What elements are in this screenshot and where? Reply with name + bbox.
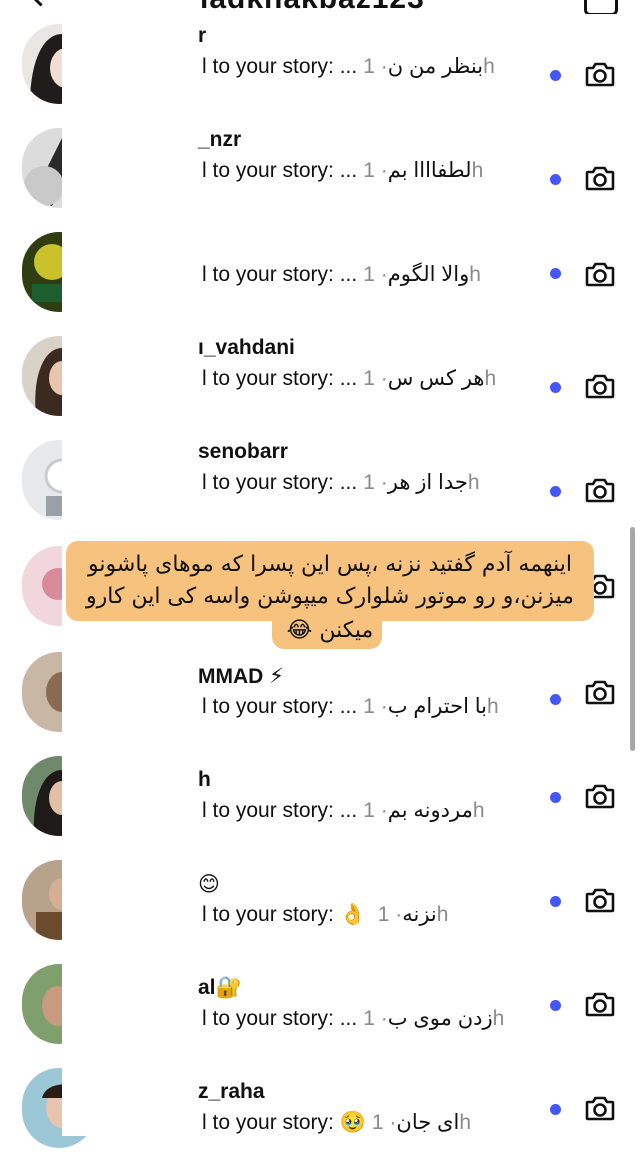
camera-icon[interactable] <box>584 162 616 194</box>
message-preview: l to your story: ...با احترام ب· 1h <box>202 695 499 718</box>
message-preview: l to your story: ...والا الگوم· 1h <box>202 263 481 286</box>
unread-dot <box>550 486 561 497</box>
username: z_raha <box>198 1080 265 1103</box>
message-preview: l to your story: ...مردونه بم· 1h <box>202 799 485 822</box>
story-caption-overlay: اینهمه آدم گفتید نزنه ،پس این پسرا که مو… <box>66 541 594 649</box>
unread-dot <box>550 70 561 81</box>
username: r <box>198 24 207 47</box>
username: senobarr <box>198 440 288 463</box>
username: ı_vahdani <box>198 336 295 359</box>
message-preview: l to your story: ...زدن موی ب· 1h <box>202 1007 505 1030</box>
username: h <box>198 768 211 791</box>
message-preview: l to your story: ...بنظر من ن· 1h <box>202 55 495 78</box>
unread-dot <box>550 1000 561 1011</box>
username: 😊 <box>198 873 220 896</box>
camera-icon[interactable] <box>584 1092 616 1124</box>
scrollbar[interactable] <box>630 527 635 751</box>
unread-dot <box>550 896 561 907</box>
message-preview: l to your story: ...جدا از هر· 1h <box>202 471 480 494</box>
unread-dot <box>550 268 561 279</box>
camera-icon[interactable] <box>584 676 616 708</box>
camera-icon[interactable] <box>584 988 616 1020</box>
caption-line-1: اینهمه آدم گفتید نزنه ،پس این پسرا که مو… <box>88 552 572 577</box>
camera-icon[interactable] <box>584 884 616 916</box>
message-preview: l to your story: 👌 نزنه· 1h <box>202 903 449 926</box>
camera-icon[interactable] <box>584 370 616 402</box>
unread-dot <box>550 174 561 185</box>
caption-line-2: میزنن،و رو موتور شلوارک میپوشن واسه کی ا… <box>86 584 574 609</box>
unread-dot <box>550 382 561 393</box>
username: _nzr <box>198 128 242 151</box>
caption-line-3: میکنن 😂 <box>286 618 374 643</box>
username: MMAD ⚡ <box>198 665 284 688</box>
message-preview: l to your story: 🥹ای جان· 1h <box>202 1111 471 1134</box>
username: al🔐 <box>198 976 242 999</box>
unread-dot <box>550 694 561 705</box>
back-arrow-icon[interactable] <box>28 0 53 7</box>
camera-icon[interactable] <box>584 780 616 812</box>
message-preview: l to your story: ...هر کس س· 1h <box>202 367 497 390</box>
unread-dot <box>550 792 561 803</box>
message-preview: l to your story: ...لطفاااا بم· 1h <box>202 159 484 182</box>
unread-dot <box>550 1104 561 1115</box>
camera-icon[interactable] <box>584 474 616 506</box>
camera-icon[interactable] <box>584 258 616 290</box>
camera-icon[interactable] <box>584 58 616 90</box>
